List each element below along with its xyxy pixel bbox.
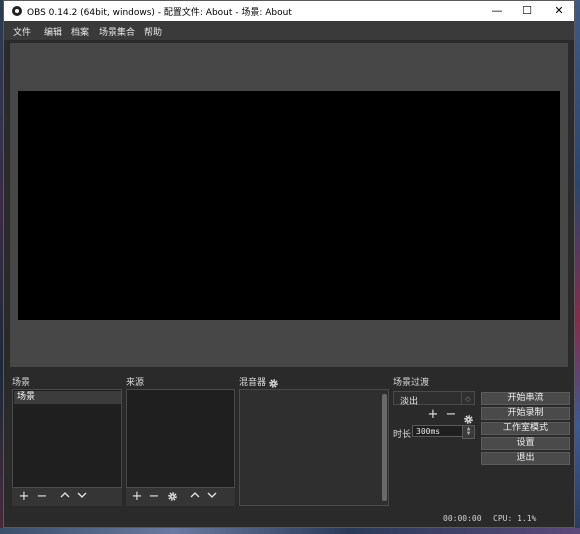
duration-value: 300ms: [416, 427, 441, 436]
menu-help[interactable]: 帮助: [144, 25, 162, 38]
status-cpu: CPU: 1.1%: [493, 514, 537, 523]
add-source-button[interactable]: +: [129, 488, 145, 506]
mixer-label: 混音器: [239, 378, 267, 388]
close-button[interactable]: ✕: [544, 1, 574, 21]
add-icon: +: [18, 489, 30, 504]
move-up-icon: [60, 492, 70, 498]
menu-file[interactable]: 文件: [13, 25, 31, 38]
move-scene-up-button[interactable]: [57, 488, 73, 506]
obs-main-window: OBS 0.14.2 (64bit, windows) - 配置文件: Abou…: [3, 0, 575, 528]
menu-bar: 文件 编辑 档案 场景集合 帮助: [4, 21, 574, 40]
add-transition-button[interactable]: +: [425, 406, 441, 424]
add-scene-button[interactable]: +: [16, 488, 32, 506]
transition-select[interactable]: 淡出 ◇: [393, 391, 475, 407]
move-down-icon: [77, 492, 87, 498]
add-icon: +: [131, 489, 143, 504]
scenes-toolbar: + −: [12, 488, 122, 506]
move-source-down-button[interactable]: [204, 488, 220, 506]
window-title: OBS 0.14.2 (64bit, windows) - 配置文件: Abou…: [27, 8, 292, 18]
remove-scene-button[interactable]: −: [34, 488, 50, 506]
duration-label: 时长: [393, 430, 412, 440]
scene-item[interactable]: 场景: [14, 391, 121, 404]
duration-spinbox[interactable]: 300ms ▲ ▼: [412, 425, 475, 439]
desktop-wallpaper-bottom: [0, 528, 580, 534]
start-streaming-button[interactable]: 开始串流: [481, 392, 570, 405]
remove-icon: −: [36, 489, 48, 504]
add-icon: +: [427, 407, 439, 422]
menu-edit[interactable]: 编辑: [44, 25, 62, 38]
sources-list[interactable]: [126, 389, 235, 488]
gear-icon: [167, 492, 177, 501]
spin-arrows-icon[interactable]: ▲ ▼: [462, 425, 475, 439]
remove-transition-button[interactable]: −: [443, 406, 459, 424]
move-source-up-button[interactable]: [187, 488, 203, 506]
settings-button[interactable]: 设置: [481, 437, 570, 450]
exit-button[interactable]: 退出: [481, 452, 570, 465]
start-recording-button[interactable]: 开始录制: [481, 407, 570, 420]
sources-toolbar: + −: [126, 488, 235, 506]
audio-mixer-panel: [239, 389, 389, 506]
remove-icon: −: [148, 489, 160, 504]
chevron-updown-icon: ◇: [461, 392, 474, 404]
obs-logo-icon: [12, 6, 22, 16]
move-down-icon: [207, 492, 217, 498]
menu-scene-collection[interactable]: 场景集合: [99, 25, 135, 38]
title-bar[interactable]: OBS 0.14.2 (64bit, windows) - 配置文件: Abou…: [4, 1, 574, 21]
mixer-scrollbar[interactable]: [382, 394, 387, 501]
status-time: 00:00:00: [443, 514, 482, 523]
menu-profile[interactable]: 档案: [71, 25, 89, 38]
maximize-button[interactable]: ☐: [512, 1, 542, 21]
remove-source-button[interactable]: −: [146, 488, 162, 506]
preview-area: [10, 43, 568, 367]
desktop-wallpaper-right: [575, 0, 580, 534]
scenes-list[interactable]: 场景: [12, 389, 122, 488]
gear-icon: [269, 379, 278, 388]
move-up-icon: [190, 492, 200, 498]
gear-icon: [464, 415, 473, 424]
remove-icon: −: [445, 407, 457, 422]
transitions-label: 场景过渡: [393, 378, 430, 388]
move-scene-down-button[interactable]: [74, 488, 90, 506]
sources-label: 来源: [126, 378, 145, 388]
minimize-button[interactable]: —: [482, 1, 512, 21]
transition-select-value: 淡出: [400, 397, 419, 407]
scenes-label: 场景: [12, 378, 31, 388]
source-properties-button[interactable]: [164, 488, 180, 506]
preview-canvas[interactable]: [18, 91, 560, 320]
studio-mode-button[interactable]: 工作室模式: [481, 422, 570, 435]
